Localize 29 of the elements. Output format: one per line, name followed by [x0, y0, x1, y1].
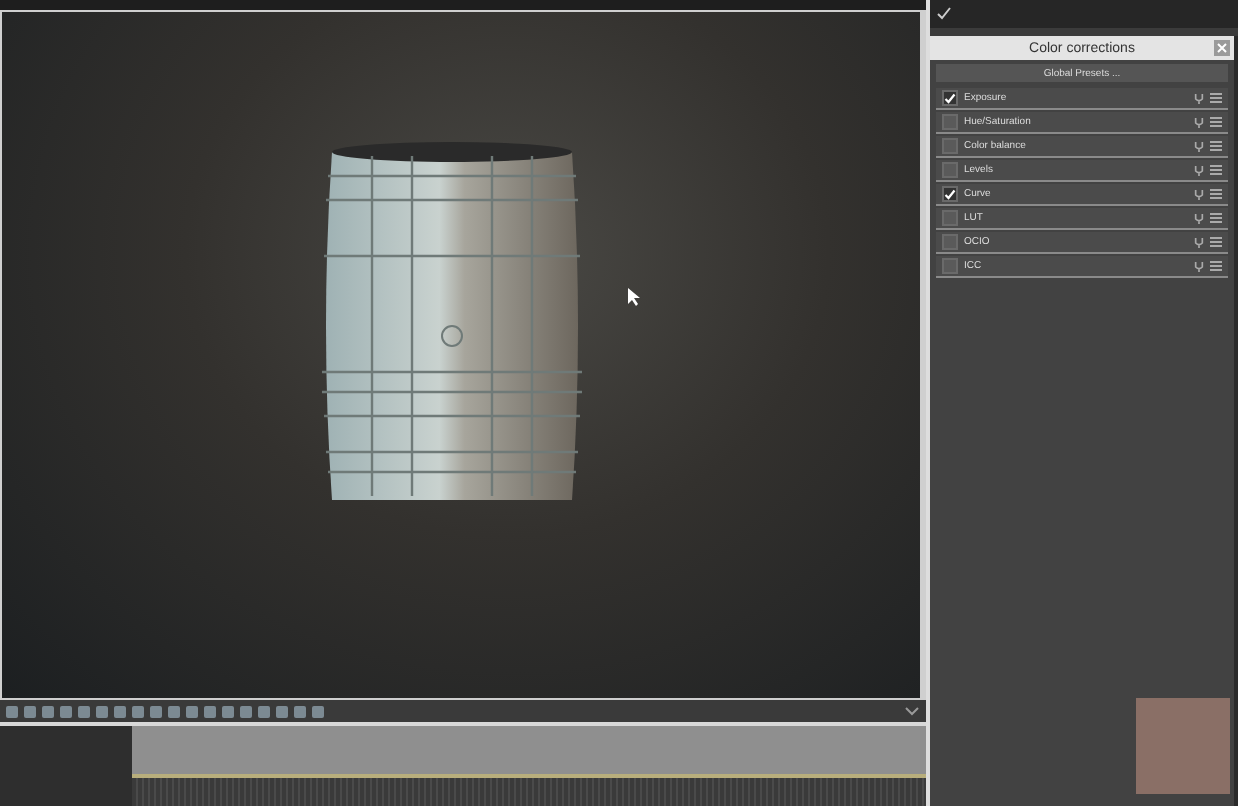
- fork-icon[interactable]: [1194, 165, 1204, 175]
- checkbox[interactable]: [942, 234, 958, 250]
- checkbox[interactable]: [942, 162, 958, 178]
- close-button[interactable]: [1214, 40, 1230, 56]
- menu-icon[interactable]: [1210, 188, 1222, 200]
- menu-icon[interactable]: [1210, 92, 1222, 104]
- checkbox[interactable]: [942, 90, 958, 106]
- fork-icon[interactable]: [1194, 213, 1204, 223]
- fork-icon[interactable]: [1194, 93, 1204, 103]
- checkbox[interactable]: [942, 114, 958, 130]
- menu-icon[interactable]: [1210, 236, 1222, 248]
- checkbox[interactable]: [942, 210, 958, 226]
- menu-icon[interactable]: [1210, 140, 1222, 152]
- chevron-down-icon[interactable]: [904, 705, 920, 717]
- checkmark-icon[interactable]: [936, 6, 952, 22]
- mouse-cursor-icon: [628, 288, 640, 306]
- photo-placeholder: [1136, 698, 1230, 794]
- fork-icon[interactable]: [1194, 261, 1204, 271]
- checkbox[interactable]: [942, 186, 958, 202]
- menu-icon[interactable]: [1210, 116, 1222, 128]
- fork-icon[interactable]: [1194, 117, 1204, 127]
- menu-icon[interactable]: [1210, 164, 1222, 176]
- menu-icon[interactable]: [1210, 212, 1222, 224]
- fork-icon[interactable]: [1194, 141, 1204, 151]
- fork-icon[interactable]: [1194, 189, 1204, 199]
- menu-icon[interactable]: [1210, 260, 1222, 272]
- checkbox[interactable]: [942, 138, 958, 154]
- fork-icon[interactable]: [1194, 237, 1204, 247]
- checkbox[interactable]: [942, 258, 958, 274]
